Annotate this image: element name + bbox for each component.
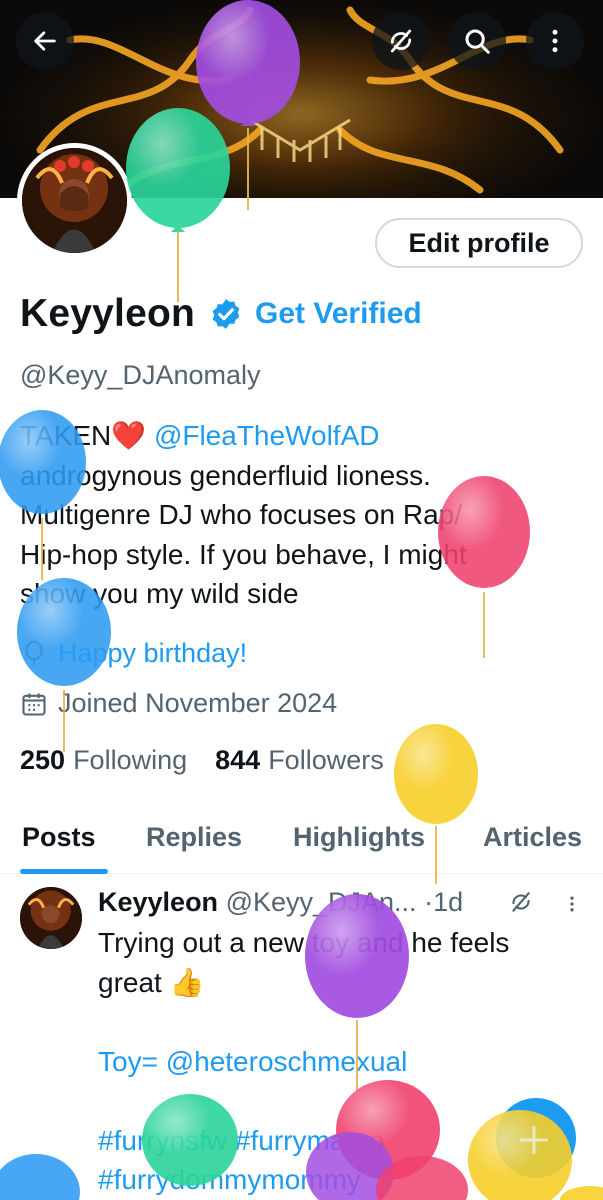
- back-button[interactable]: [16, 12, 74, 70]
- post-line: [98, 1002, 578, 1042]
- post-author-handle[interactable]: @Keyy_DJAn...: [226, 887, 417, 917]
- profile-avatar[interactable]: [17, 143, 132, 258]
- heart-emoji: ❤️: [111, 420, 147, 451]
- calendar-icon: [22, 693, 46, 716]
- profile-tabs: Posts Replies Highlights Articles: [0, 812, 603, 874]
- joined-text: Joined November 2024: [58, 688, 338, 718]
- sync-off-icon: [390, 29, 412, 53]
- tab-posts[interactable]: Posts: [22, 822, 96, 853]
- post-line: great 👍: [98, 966, 205, 998]
- bio-line: show you my wild side: [20, 578, 299, 609]
- profile-name-row: Keyyleon Get Verified: [20, 292, 422, 336]
- post-hashtags[interactable]: #furrydommymommy: [98, 1160, 578, 1200]
- followers-link[interactable]: 844 Followers: [215, 745, 384, 776]
- joined-row: Joined November 2024: [20, 688, 337, 719]
- post-author-name[interactable]: Keyyleon: [98, 887, 218, 917]
- arrow-left-icon: [34, 31, 56, 51]
- tab-highlights[interactable]: Highlights: [293, 822, 425, 853]
- more-options-button[interactable]: [526, 12, 584, 70]
- follow-stats: 250 Following 844 Followers: [20, 745, 412, 776]
- get-verified-link[interactable]: Get Verified: [255, 297, 422, 331]
- bio-mention-link[interactable]: @FleaTheWolfAD: [154, 420, 380, 451]
- balloon-icon: [25, 640, 43, 665]
- following-label: Following: [73, 745, 188, 775]
- compose-button[interactable]: [496, 1098, 576, 1178]
- bio-line: androgynous genderfluid lioness.: [20, 459, 431, 491]
- followers-label: Followers: [268, 745, 384, 775]
- post-header: Keyyleon @Keyy_DJAn... ·1d: [98, 887, 463, 918]
- followers-count: 844: [215, 745, 261, 775]
- search-button[interactable]: [448, 12, 506, 70]
- post-avatar[interactable]: [20, 887, 82, 949]
- profile-name: Keyyleon: [20, 292, 196, 335]
- birthday-row: Happy birthday!: [20, 638, 247, 669]
- post-line: Trying out a new toy and he feels: [98, 927, 510, 958]
- post-timestamp: 1d: [433, 887, 464, 917]
- bio-line: TAKEN❤️ @FleaTheWolfAD: [20, 416, 590, 456]
- active-tab-indicator: [20, 869, 108, 874]
- more-vertical-icon: [552, 29, 558, 53]
- bio-line: Hip-hop style. If you behave, I might: [20, 538, 467, 570]
- post-mention-line[interactable]: Toy= @heteroschmexual: [98, 1042, 578, 1082]
- sync-off-icon: [512, 892, 530, 912]
- more-vertical-icon[interactable]: [562, 891, 582, 917]
- verified-badge-icon: [212, 299, 240, 329]
- bio-line: Multigenre DJ who focuses on Rap/: [20, 499, 462, 530]
- tab-replies[interactable]: Replies: [146, 822, 242, 853]
- following-link[interactable]: 250 Following: [20, 745, 187, 776]
- edit-profile-button[interactable]: Edit profile: [375, 218, 583, 268]
- sync-button[interactable]: [372, 12, 430, 70]
- profile-bio: TAKEN❤️ @FleaTheWolfAD androgynous gende…: [20, 416, 590, 614]
- following-count: 250: [20, 745, 66, 775]
- tab-articles[interactable]: Articles: [483, 822, 582, 853]
- birthday-text: Happy birthday!: [58, 638, 248, 668]
- profile-handle: @Keyy_DJAnomaly: [20, 360, 261, 390]
- search-icon: [465, 29, 490, 54]
- post-separator: ·: [424, 887, 434, 917]
- bio-text: TAKEN: [20, 420, 112, 451]
